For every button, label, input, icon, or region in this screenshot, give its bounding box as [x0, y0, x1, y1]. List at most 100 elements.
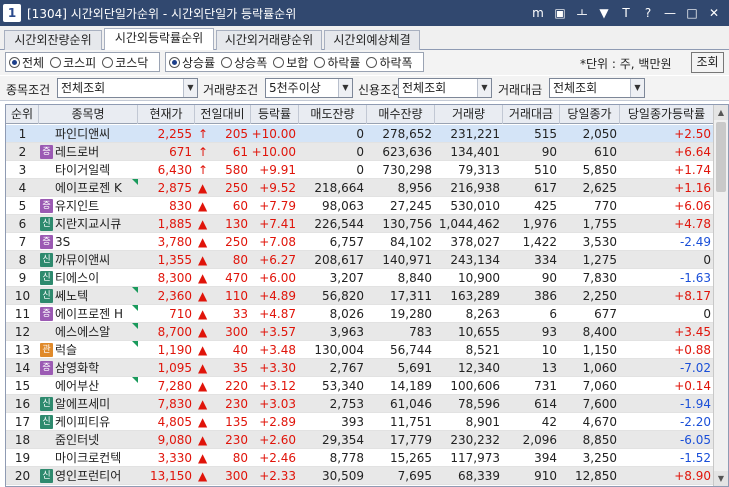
stock-name-cell[interactable]: 신 쎄노텍	[39, 287, 138, 305]
rank-cell: 19	[14, 451, 31, 465]
table-row[interactable]: 7 증 3S 3,780 ▲ 250 +7.08 6,757 84,102 378,027 1,42…	[6, 233, 714, 251]
rank-cell: 9	[18, 271, 27, 285]
vertical-scrollbar[interactable]: ▲ ▼	[713, 105, 728, 486]
stock-name-cell[interactable]: 신 지란지교시큐	[39, 215, 138, 233]
rate-cell: +3.03	[259, 397, 296, 411]
table-row[interactable]: 10 신 쎄노텍 2,360 ▲ 110 +4.89 56,820 17,311 163,289 3…	[6, 287, 714, 305]
column-header[interactable]: 거래량	[435, 105, 503, 124]
trade-amount-cell: 90	[541, 145, 557, 159]
minimize-icon[interactable]: —	[661, 4, 679, 22]
stock-name: 에이프로젠 K	[55, 181, 122, 195]
stock-name-cell[interactable]: 신 알에프세미	[39, 395, 138, 413]
tab-overtime-rate-rank[interactable]: 시간외등락률순위	[104, 28, 214, 51]
close-price-cell: 2,050	[582, 127, 617, 141]
text-icon[interactable]: T	[617, 4, 635, 22]
table-row[interactable]: 6 신 지란지교시큐 1,885 ▲ 130 +7.41 226,544 130,756 1,04…	[6, 215, 714, 233]
table-row[interactable]: 4 에이프로젠 K 2,875 ▲ 250 +9.52 218,664 8,956 216,93…	[6, 179, 714, 197]
table-row[interactable]: 3 타이거일렉 6,430 ↑ 580 +9.91 0 730,298 79,313 510 5,8…	[6, 161, 714, 179]
stock-name-cell[interactable]: 타이거일렉	[39, 161, 138, 179]
table-row[interactable]: 19 마이크로컨텍 3,330 ▲ 80 +2.46 8,778 15,265 117,973 3…	[6, 449, 714, 467]
radio-dot	[102, 56, 114, 68]
radio-fall-amount[interactable]: 하락폭	[363, 54, 415, 71]
table-row[interactable]: 11 증 에이프로젠 H 710 ▲ 33 +4.87 8,026 19,280 8,263 6 67…	[6, 305, 714, 323]
table-row[interactable]: 2 증 레드로버 671 ↑ 61 +10.00 0 623,636 134,401 90 610 +6…	[6, 143, 714, 161]
volume-cell: 100,606	[450, 379, 500, 393]
table-row[interactable]: 5 증 유지인트 830 ▲ 60 +7.79 98,063 27,245 530,010 425 7…	[6, 197, 714, 215]
column-header[interactable]: 매수잔량	[367, 105, 435, 124]
credit-condition-select[interactable]: 전체조회 ▼	[398, 78, 492, 98]
radio-market-kospi[interactable]: 코스피	[47, 54, 99, 71]
column-header[interactable]: 순위	[6, 105, 39, 124]
stock-name-cell[interactable]: 줌인터넷	[39, 431, 138, 449]
change-cell: ▲ 230	[195, 431, 251, 449]
close-icon[interactable]: ✕	[705, 4, 723, 22]
scroll-up-icon[interactable]: ▲	[714, 105, 728, 120]
radio-market-all[interactable]: 전체	[6, 54, 47, 71]
stock-name-cell[interactable]: 증 유지인트	[39, 197, 138, 215]
column-header[interactable]: 당일종가등락률	[620, 105, 714, 124]
stock-name-cell[interactable]: 신 까뮤이앤씨	[39, 251, 138, 269]
table-row[interactable]: 17 신 케이피티유 4,805 ▲ 135 +2.89 393 11,751 8,901 42 4,…	[6, 413, 714, 431]
stock-name-cell[interactable]: 에어부산	[39, 377, 138, 395]
rank-cell: 18	[14, 433, 31, 447]
stock-name-cell[interactable]: 증 에이프로젠 H	[39, 305, 138, 323]
restore-icon[interactable]: ▣	[551, 4, 569, 22]
stock-name-cell[interactable]: 증 3S	[39, 233, 138, 251]
m-icon[interactable]: m	[529, 4, 547, 22]
radio-market-kosdaq[interactable]: 코스닥	[99, 54, 151, 71]
radio-rise-amount[interactable]: 상승폭	[218, 54, 270, 71]
column-header[interactable]: 등락률	[251, 105, 299, 124]
scroll-thumb[interactable]	[716, 122, 726, 192]
scroll-down-icon[interactable]: ▼	[714, 471, 728, 486]
stock-name-cell[interactable]: 파인디앤씨	[39, 125, 138, 143]
column-header[interactable]: 매도잔량	[299, 105, 367, 124]
column-header[interactable]: 현재가	[138, 105, 195, 124]
stock-name-cell[interactable]: 에이프로젠 K	[39, 179, 138, 197]
stock-name-cell[interactable]: 에스에스알	[39, 323, 138, 341]
column-header[interactable]: 거래대금	[503, 105, 560, 124]
table-row[interactable]: 9 신 티에스이 8,300 ▲ 470 +6.00 3,207 8,840 10,900 90 7,…	[6, 269, 714, 287]
column-header[interactable]: 당일종가	[560, 105, 620, 124]
table-row[interactable]: 20 신 영인프런티어 13,150 ▲ 300 +2.33 30,509 7,695 68,33…	[6, 467, 714, 485]
tab-overtime-volume-rank[interactable]: 시간외거래량순위	[216, 30, 322, 50]
stock-name-cell[interactable]: 증 삼영화학	[39, 359, 138, 377]
pin-icon[interactable]: ▼	[595, 4, 613, 22]
column-header[interactable]: 종목명	[39, 105, 138, 124]
volume-condition-select[interactable]: 5천주이상 ▼	[265, 78, 353, 98]
rank-cell: 13	[14, 343, 31, 357]
stock-condition-select[interactable]: 전체조회 ▼	[57, 78, 198, 98]
volume-cell: 78,596	[458, 397, 500, 411]
stock-name-cell[interactable]: 신 영인프런티어	[39, 467, 138, 485]
sell-balance-cell: 0	[356, 127, 364, 141]
table-row[interactable]: 8 신 까뮤이앤씨 1,355 ▲ 80 +6.27 208,617 140,971 243,13…	[6, 251, 714, 269]
query-button[interactable]: 조회	[691, 52, 724, 73]
column-header[interactable]: 전일대비	[195, 105, 251, 124]
stock-name-cell[interactable]: 신 케이피티유	[39, 413, 138, 431]
maximize-icon[interactable]: □	[683, 4, 701, 22]
stock-name-cell[interactable]: 관 럭슬	[39, 341, 138, 359]
radio-rise-rate[interactable]: 상승률	[166, 54, 218, 71]
radio-flat[interactable]: 보합	[270, 54, 311, 71]
rank-cell: 6	[18, 217, 27, 231]
tab-overtime-expected[interactable]: 시간외예상체결	[324, 30, 420, 50]
stock-name-cell[interactable]: 신 티에스이	[39, 269, 138, 287]
tab-overtime-balance-rank[interactable]: 시간외잔량순위	[4, 30, 102, 50]
stock-name-cell[interactable]: 증 레드로버	[39, 143, 138, 161]
rank-cell: 2	[18, 145, 27, 159]
price-cell: 1,095	[157, 361, 192, 375]
change-value: 80	[232, 451, 248, 465]
window-number: 1	[3, 4, 21, 22]
question-icon[interactable]: ?	[639, 4, 657, 22]
table-row[interactable]: 15 에어부산 7,280 ▲ 220 +3.12 53,340 14,189 100,606 7…	[6, 377, 714, 395]
table-row[interactable]: 1 파인디앤씨 2,255 ↑ 205 +10.00 0 278,652 231,221 515 2…	[6, 125, 714, 143]
table-row[interactable]: 14 증 삼영화학 1,095 ▲ 35 +3.30 2,767 5,691 12,340 13 1,…	[6, 359, 714, 377]
trade-amount-select[interactable]: 전체조회 ▼	[549, 78, 645, 98]
table-row[interactable]: 13 관 럭슬 1,190 ▲ 40 +3.48 130,004 56,744 8,521 10 1,…	[6, 341, 714, 359]
help-icon[interactable]: ㅗ	[573, 4, 591, 22]
sell-balance-cell: 56,820	[322, 289, 364, 303]
table-row[interactable]: 12 에스에스알 8,700 ▲ 300 +3.57 3,963 783 10,655 93 8,4…	[6, 323, 714, 341]
radio-fall-rate[interactable]: 하락률	[311, 54, 363, 71]
table-row[interactable]: 16 신 알에프세미 7,830 ▲ 230 +3.03 2,753 61,046 78,596 6…	[6, 395, 714, 413]
table-row[interactable]: 18 줌인터넷 9,080 ▲ 230 +2.60 29,354 17,779 230,232 2…	[6, 431, 714, 449]
stock-name-cell[interactable]: 마이크로컨텍	[39, 449, 138, 467]
